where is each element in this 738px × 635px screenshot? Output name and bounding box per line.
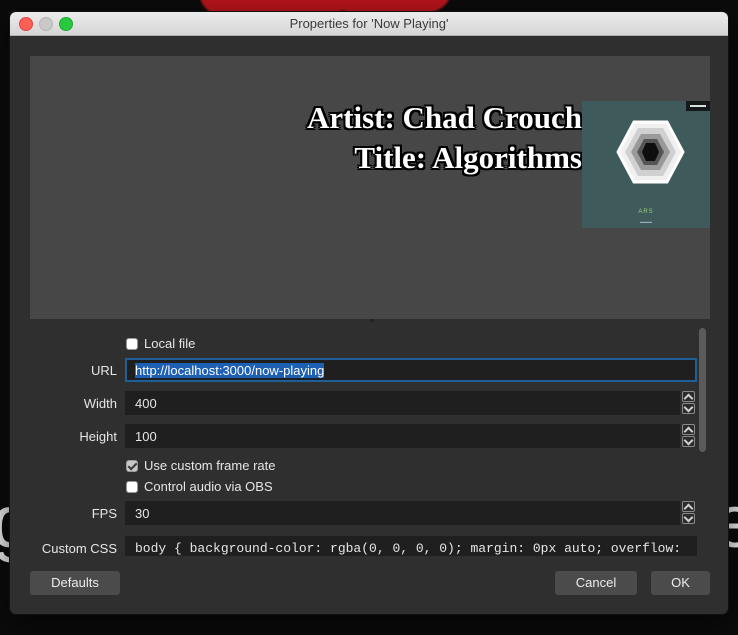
preview-title-text: Title: Algorithms [354,140,582,175]
height-input[interactable]: 100 [125,424,680,448]
height-increment-icon[interactable] [682,424,695,435]
preview-splitter-handle[interactable] [370,319,374,322]
control-audio-checkbox-row[interactable]: Control audio via OBS [126,479,273,494]
window-title: Properties for 'Now Playing' [289,16,449,31]
height-stepper[interactable] [682,424,697,448]
defaults-button[interactable]: Defaults [30,571,120,595]
width-increment-icon[interactable] [682,391,695,402]
fps-increment-icon[interactable] [682,501,695,512]
width-stepper[interactable] [682,391,697,415]
local-file-label: Local file [144,336,196,351]
custom-css-label: Custom CSS [41,541,117,556]
custom-css-textarea[interactable]: body { background-color: rgba(0, 0, 0, 0… [125,536,697,556]
height-label: Height [79,429,117,444]
control-audio-checkbox[interactable] [126,480,138,493]
width-decrement-icon[interactable] [682,403,695,414]
fps-stepper[interactable] [682,501,697,525]
album-art-image: ARS ▬▬▬ [582,101,710,228]
title-bar[interactable]: Properties for 'Now Playing' [10,12,728,36]
album-art-label: ARS [638,209,654,215]
fps-decrement-icon[interactable] [682,513,695,524]
width-input[interactable]: 400 [125,391,680,415]
url-label: URL [90,363,117,378]
album-art-sublabel: ▬▬▬ [640,219,652,224]
url-input-value: http://localhost:3000/now-playing [135,363,325,378]
width-label: Width [83,396,117,411]
height-decrement-icon[interactable] [682,436,695,447]
properties-window: Properties for 'Now Playing' Artist: Cha… [10,12,728,614]
url-input[interactable]: http://localhost:3000/now-playing [125,358,697,382]
control-audio-label: Control audio via OBS [144,479,273,494]
custom-frame-rate-label: Use custom frame rate [144,458,276,473]
local-file-checkbox[interactable] [126,337,138,350]
custom-frame-rate-checkbox[interactable] [126,459,138,472]
fps-label: FPS [91,506,117,521]
properties-form: Local file URL http://localhost:3000/now… [10,326,728,556]
source-preview: Artist: Chad Crouch Title: Algorithms AR… [30,56,710,319]
form-scrollbar[interactable] [699,328,706,452]
ok-button[interactable]: OK [651,571,710,595]
fps-input[interactable]: 30 [125,501,680,525]
custom-frame-rate-checkbox-row[interactable]: Use custom frame rate [126,458,276,473]
preview-artist-text: Artist: Chad Crouch [307,100,582,135]
cancel-button[interactable]: Cancel [555,571,637,595]
local-file-checkbox-row[interactable]: Local file [126,336,195,351]
